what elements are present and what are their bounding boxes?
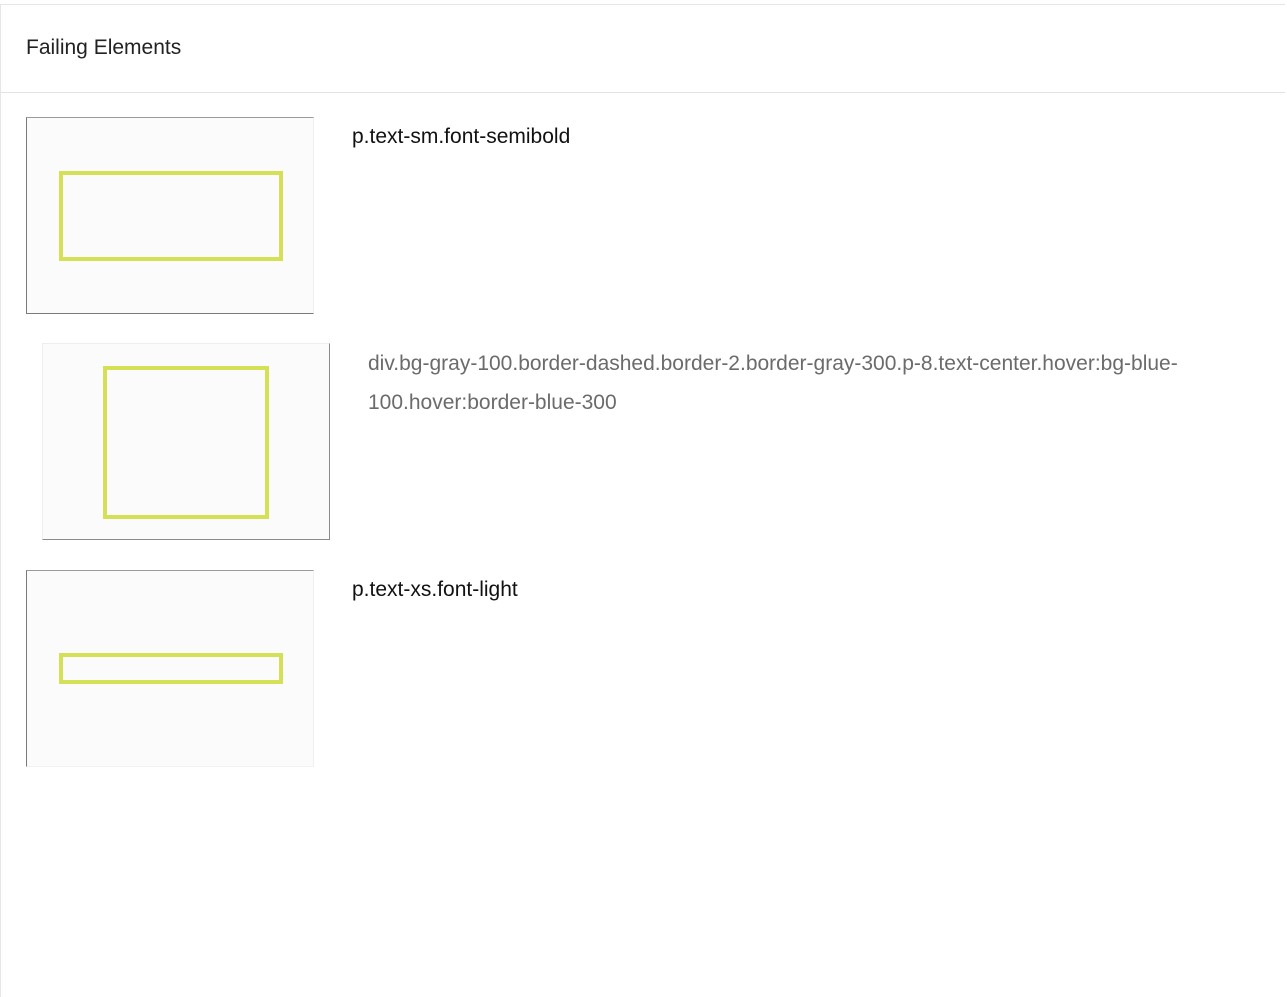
element-selector: p.text-sm.font-semibold <box>352 125 571 148</box>
element-highlight-box <box>59 171 283 261</box>
element-screenshot-thumbnail[interactable] <box>42 343 330 540</box>
element-highlight-box <box>103 366 269 519</box>
failing-elements-panel: Failing Elements p.text-sm.font-semibold… <box>0 4 1285 997</box>
element-selector: p.text-xs.font-light <box>352 578 518 601</box>
element-screenshot-thumbnail[interactable] <box>26 570 314 767</box>
element-screenshot-thumbnail[interactable] <box>26 117 314 314</box>
panel-title: Failing Elements <box>26 36 182 59</box>
panel-header: Failing Elements <box>1 5 1285 93</box>
element-selector: div.bg-gray-100.border-dashed.border-2.b… <box>368 352 1178 414</box>
element-highlight-box <box>59 653 283 684</box>
